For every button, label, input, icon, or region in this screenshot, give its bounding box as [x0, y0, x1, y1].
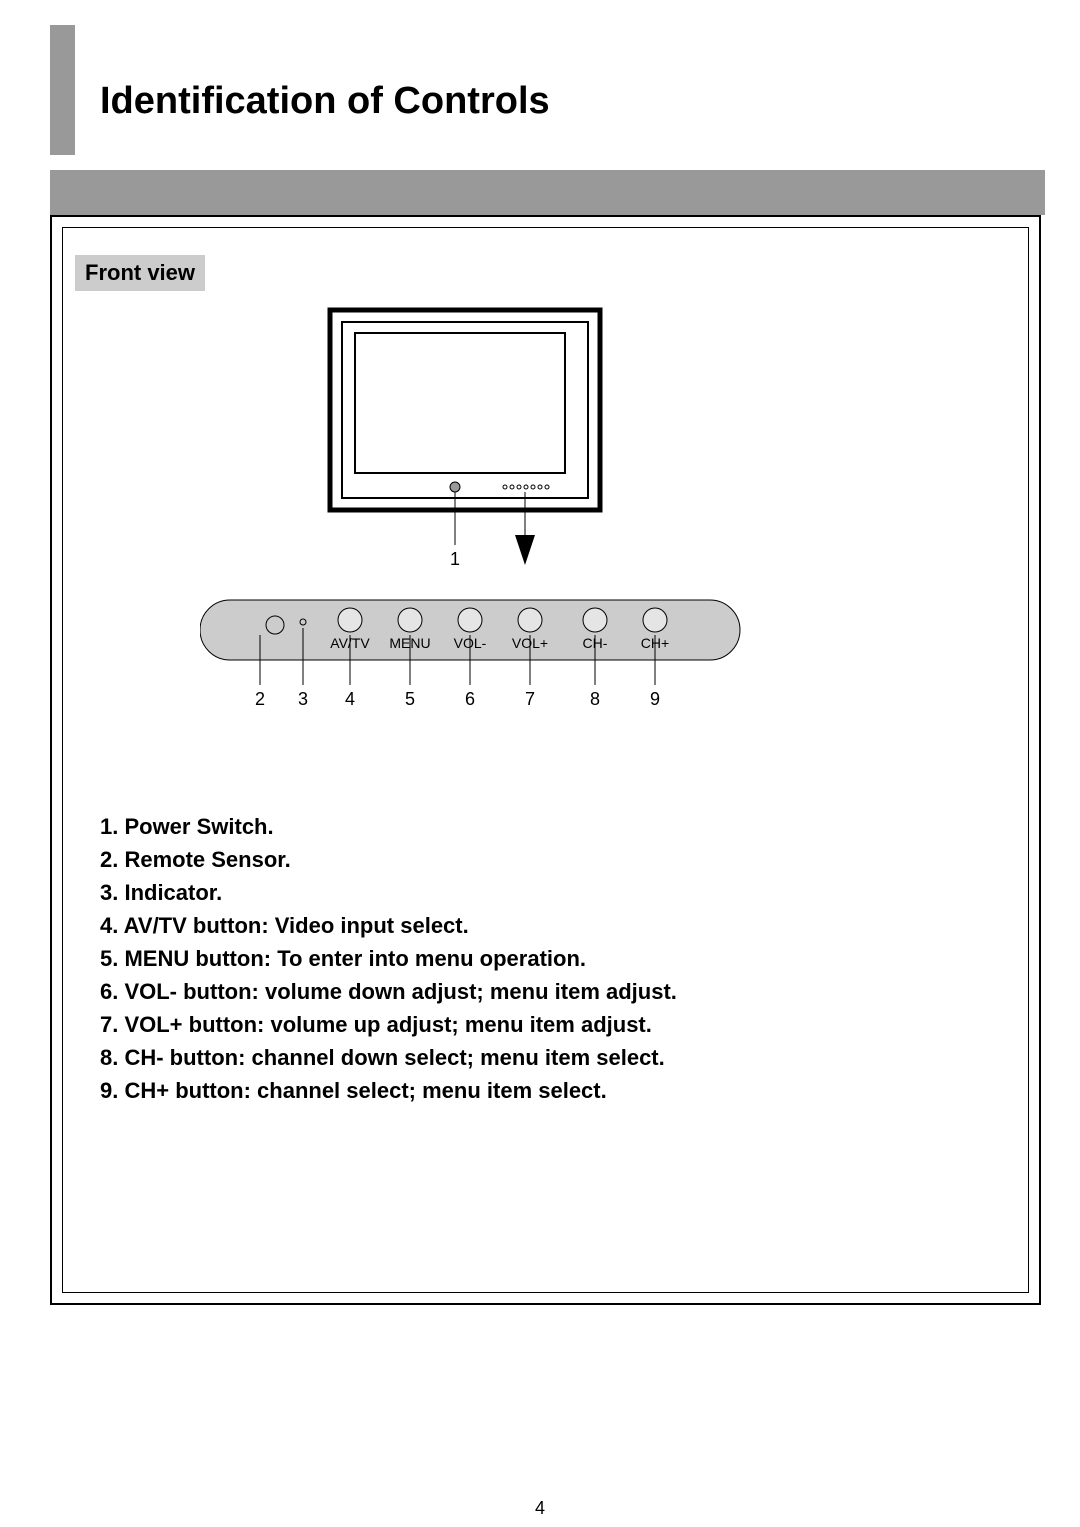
panel-callout: 4 — [345, 689, 355, 709]
panel-callout: 5 — [405, 689, 415, 709]
list-item: 6. VOL- button: volume down adjust; menu… — [100, 975, 677, 1008]
list-item: 2. Remote Sensor. — [100, 843, 677, 876]
panel-callout: 3 — [298, 689, 308, 709]
list-item: 3. Indicator. — [100, 876, 677, 909]
panel-callout: 9 — [650, 689, 660, 709]
page-number: 4 — [0, 1498, 1080, 1519]
panel-callout: 8 — [590, 689, 600, 709]
header-tab — [50, 25, 75, 155]
front-view-badge: Front view — [75, 255, 205, 291]
control-panel-icon: AV/TV MENU VOL- VOL+ CH- CH+ — [200, 600, 740, 709]
panel-callout: 6 — [465, 689, 475, 709]
page-title: Identification of Controls — [100, 80, 550, 123]
front-view-diagram: 1 AV/TV MENU — [200, 300, 900, 785]
arrow-down-icon — [515, 535, 535, 565]
list-item: 1. Power Switch. — [100, 810, 677, 843]
list-item: 4. AV/TV button: Video input select. — [100, 909, 677, 942]
header-bar — [50, 170, 1045, 215]
list-item: 9. CH+ button: channel select; menu item… — [100, 1074, 677, 1107]
controls-list: 1. Power Switch. 2. Remote Sensor. 3. In… — [100, 810, 677, 1107]
panel-callout: 7 — [525, 689, 535, 709]
list-item: 5. MENU button: To enter into menu opera… — [100, 942, 677, 975]
list-item: 8. CH- button: channel down select; menu… — [100, 1041, 677, 1074]
tv-icon: 1 — [330, 310, 600, 569]
list-item: 7. VOL+ button: volume up adjust; menu i… — [100, 1008, 677, 1041]
diagram-svg: 1 AV/TV MENU — [200, 300, 900, 780]
panel-callout: 2 — [255, 689, 265, 709]
tv-callout-1: 1 — [450, 549, 460, 569]
